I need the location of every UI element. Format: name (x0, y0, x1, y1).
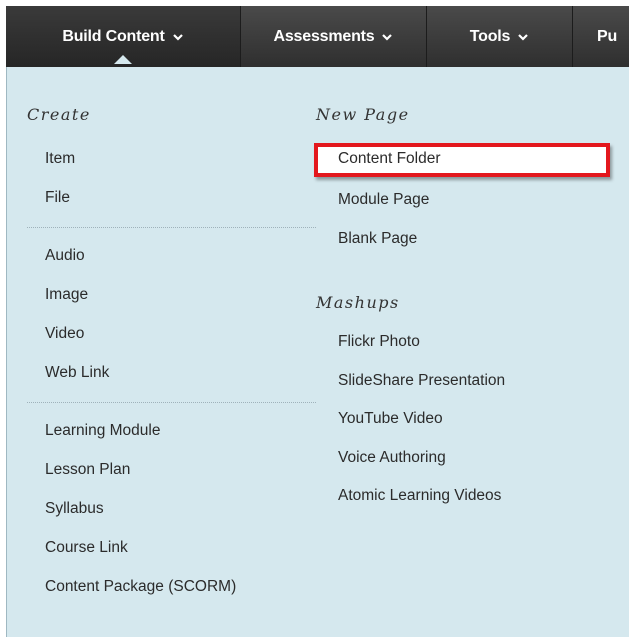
tab-assessments[interactable]: Assessments (241, 6, 427, 67)
menu-item-web-link[interactable]: Web Link (45, 364, 109, 382)
chevron-down-icon (518, 33, 529, 41)
tab-assessments-label: Assessments (273, 27, 375, 45)
menu-item-file[interactable]: File (45, 189, 70, 207)
menu-item-learning-module[interactable]: Learning Module (45, 422, 160, 440)
tab-tools-label: Tools (469, 27, 511, 45)
tab-partial-label: Pu (597, 27, 618, 45)
new-page-heading: New Page (316, 105, 410, 124)
active-tab-pointer (114, 55, 132, 64)
menu-item-lesson-plan[interactable]: Lesson Plan (45, 461, 130, 479)
course-tab-bar: Build Content Assessments Tools Pu (6, 6, 629, 68)
menu-item-course-link[interactable]: Course Link (45, 539, 128, 557)
chevron-down-icon (382, 33, 393, 41)
tab-partial[interactable]: Pu (573, 6, 629, 67)
create-heading: Create (27, 105, 91, 124)
menu-item-youtube-video[interactable]: YouTube Video (338, 410, 443, 428)
menu-item-module-page[interactable]: Module Page (338, 191, 429, 209)
build-content-dropdown: Create Item File Audio Image Video Web L… (6, 67, 629, 637)
create-separator-2 (27, 402, 316, 403)
tab-tools[interactable]: Tools (427, 6, 573, 67)
build-content-menu-screenshot: Build Content Assessments Tools Pu Creat… (0, 0, 629, 637)
create-separator-1 (27, 227, 316, 228)
menu-item-atomic-learning-videos[interactable]: Atomic Learning Videos (338, 487, 501, 505)
mashups-heading: Mashups (316, 293, 400, 312)
menu-item-content-folder[interactable]: Content Folder (338, 150, 441, 168)
menu-item-blank-page[interactable]: Blank Page (338, 230, 417, 248)
menu-item-syllabus[interactable]: Syllabus (45, 500, 104, 518)
menu-item-voice-authoring[interactable]: Voice Authoring (338, 449, 446, 467)
tab-build-content-label: Build Content (62, 27, 165, 45)
menu-item-item[interactable]: Item (45, 150, 75, 168)
menu-item-audio[interactable]: Audio (45, 247, 85, 265)
menu-item-flickr-photo[interactable]: Flickr Photo (338, 333, 420, 351)
menu-item-content-package[interactable]: Content Package (SCORM) (45, 578, 236, 596)
menu-item-slideshare-presentation[interactable]: SlideShare Presentation (338, 372, 505, 390)
chevron-down-icon (172, 33, 183, 41)
menu-item-image[interactable]: Image (45, 286, 88, 304)
menu-item-video[interactable]: Video (45, 325, 84, 343)
